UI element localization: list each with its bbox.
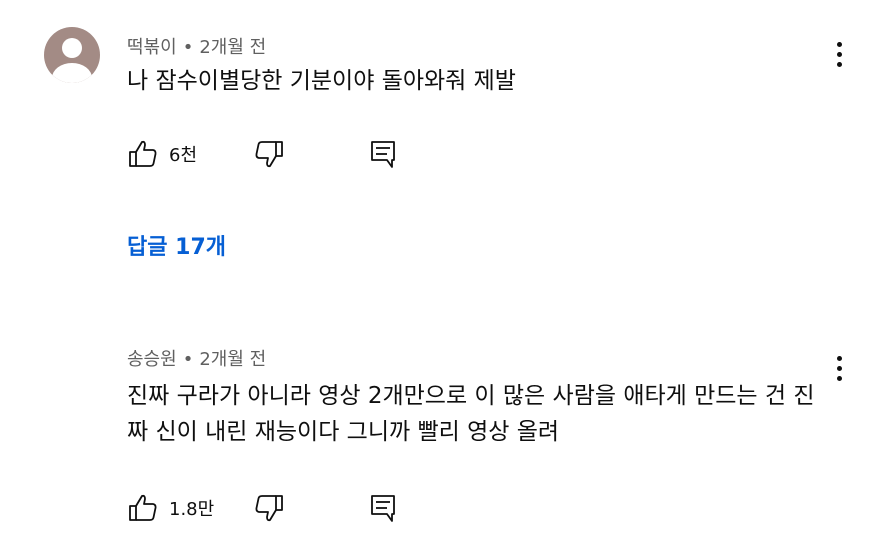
author-name[interactable]: 떡볶이 <box>127 37 177 58</box>
replies-toggle-button[interactable]: 답글 17개 <box>127 229 226 261</box>
comment-time[interactable]: 2개월 전 <box>199 349 266 370</box>
comment-reply-icon <box>371 141 395 168</box>
comment-meta: 송승원 • 2개월 전 <box>127 345 266 371</box>
thumbs-down-icon <box>255 141 283 168</box>
avatar[interactable] <box>44 27 100 83</box>
thumbs-up-icon <box>129 494 157 521</box>
avatar-head-shape <box>62 38 82 58</box>
like-button[interactable]: 6천 <box>127 136 197 172</box>
meta-separator: • <box>182 37 194 58</box>
comment-meta: 떡볶이 • 2개월 전 <box>127 33 266 59</box>
author-name[interactable]: 송승원 <box>127 349 177 370</box>
like-count: 1.8만 <box>169 499 215 520</box>
avatar-body-shape <box>52 63 92 83</box>
thumbs-down-icon <box>255 495 283 522</box>
comment-reply-icon <box>371 495 395 522</box>
dislike-button[interactable] <box>253 490 285 526</box>
more-vertical-icon[interactable] <box>827 354 851 386</box>
like-button[interactable]: 1.8만 <box>127 490 214 526</box>
comment-text: 나 잠수이별당한 기분이야 돌아와줘 제발 <box>127 68 516 94</box>
reply-button[interactable] <box>367 136 399 172</box>
meta-separator: • <box>182 349 194 370</box>
comment-actions: 1.8만 <box>127 490 447 526</box>
thumbs-up-icon <box>129 140 157 167</box>
comment-text: 진짜 구라가 아니라 영상 2개만으로 이 많은 사람을 애타게 만드는 건 진… <box>127 383 815 445</box>
like-count: 6천 <box>169 145 198 166</box>
comment-actions: 6천 <box>127 136 447 172</box>
more-vertical-icon[interactable] <box>827 40 851 72</box>
comment-time[interactable]: 2개월 전 <box>199 37 266 58</box>
dislike-button[interactable] <box>253 136 285 172</box>
reply-button[interactable] <box>367 490 399 526</box>
